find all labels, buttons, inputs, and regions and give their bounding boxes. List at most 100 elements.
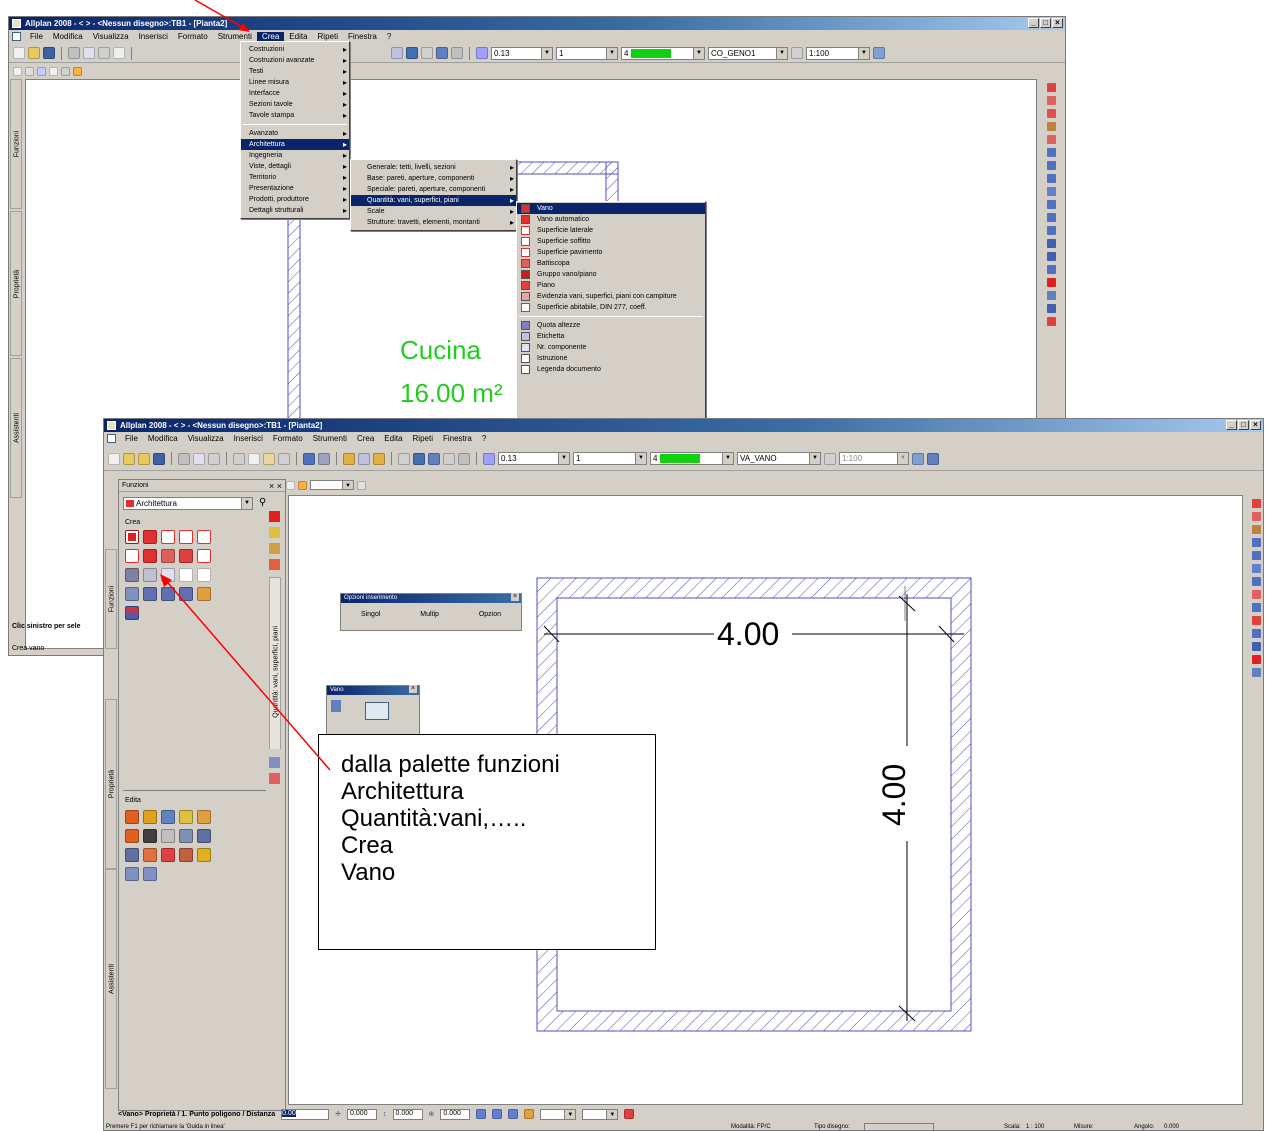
modify-tool-icon[interactable] xyxy=(197,829,211,843)
line-type-combo[interactable]: 1 xyxy=(573,452,647,465)
layer-combo[interactable]: VA_VANO xyxy=(737,452,821,465)
color-legend-tool-icon[interactable] xyxy=(125,606,139,620)
menu-item-viste-dettagli[interactable]: Viste, dettagli xyxy=(241,161,349,172)
menu-crea[interactable]: Crea xyxy=(256,32,285,41)
pan-icon[interactable] xyxy=(25,66,34,76)
tool-icon[interactable] xyxy=(1046,265,1056,274)
zoom-combo[interactable] xyxy=(310,480,354,490)
modify-tool-icon[interactable] xyxy=(179,829,193,843)
menu-item-vano-automatico[interactable]: Vano automatico xyxy=(517,214,705,225)
view-icon[interactable] xyxy=(912,452,924,465)
layer-settings-icon[interactable] xyxy=(791,47,803,59)
menu-item-superficie-soffitto[interactable]: Superficie soffitto xyxy=(517,236,705,247)
point-snap-combo[interactable] xyxy=(540,1108,577,1120)
track-combo[interactable] xyxy=(582,1108,619,1120)
print-icon[interactable] xyxy=(178,452,190,465)
modify-tool-icon[interactable] xyxy=(161,848,175,862)
modify-tool-icon[interactable] xyxy=(125,848,139,862)
line-type-combo[interactable]: 1 xyxy=(556,46,618,60)
scale-combo[interactable]: 1:100 xyxy=(839,452,909,465)
menu-ripeti[interactable]: Ripeti xyxy=(408,434,438,443)
modify-tool-icon[interactable] xyxy=(197,848,211,862)
side-tool-icon[interactable] xyxy=(269,511,280,522)
tool-icon[interactable] xyxy=(1251,668,1261,677)
menu-item-quota-altezze[interactable]: Quota altezze xyxy=(517,320,705,331)
menu-item-architettura[interactable]: Architettura xyxy=(241,139,349,150)
tool-icon[interactable] xyxy=(1251,616,1261,625)
report-tool-icon[interactable] xyxy=(125,587,139,601)
tool-icon[interactable] xyxy=(1251,525,1261,534)
menu-inserisci[interactable]: Inserisci xyxy=(134,32,173,41)
preview-icon[interactable] xyxy=(83,47,95,59)
distance-input[interactable]: 0.00 xyxy=(281,1108,330,1120)
tool-icon[interactable] xyxy=(1046,291,1056,300)
etichetta-tool-icon[interactable] xyxy=(143,568,157,582)
tool-icon[interactable] xyxy=(1251,590,1261,599)
legenda-tool-icon[interactable] xyxy=(197,568,211,582)
menu-item-superficie-laterale[interactable]: Superficie laterale xyxy=(517,225,705,236)
find-tool-icon[interactable] xyxy=(143,829,157,843)
menu-item-territorio[interactable]: Territorio xyxy=(241,172,349,183)
tab-proprieta[interactable]: Proprietà xyxy=(10,211,22,356)
menu-edita[interactable]: Edita xyxy=(379,434,407,443)
menu-item-presentazione[interactable]: Presentazione xyxy=(241,183,349,194)
tool-icon[interactable] xyxy=(1251,629,1261,638)
copy-icon[interactable] xyxy=(248,452,260,465)
modify-tool-icon[interactable] xyxy=(125,810,139,824)
menu-item-vano[interactable]: Vano xyxy=(517,203,705,214)
menu-inserisci[interactable]: Inserisci xyxy=(229,434,268,443)
modify-tool-icon[interactable] xyxy=(197,810,211,824)
menu-item-battiscopa[interactable]: Battiscopa xyxy=(517,258,705,269)
modify-tool-icon[interactable] xyxy=(179,810,193,824)
tool-icon[interactable] xyxy=(1046,135,1056,144)
tool-icon[interactable] xyxy=(1251,603,1261,612)
save-icon[interactable] xyxy=(153,452,165,465)
tool-icon[interactable] xyxy=(1046,161,1056,170)
tool-icon[interactable] xyxy=(1046,109,1056,118)
tool-icon[interactable] xyxy=(1251,564,1261,573)
menu-visualizza[interactable]: Visualizza xyxy=(88,32,134,41)
menu-formato[interactable]: Formato xyxy=(268,434,308,443)
menu-item-prodotti-produttore[interactable]: Prodotti, produttore xyxy=(241,194,349,205)
tab-funzioni[interactable]: Funzioni xyxy=(105,549,117,649)
refresh-icon[interactable] xyxy=(37,66,46,76)
redo-icon[interactable] xyxy=(318,452,330,465)
tab-assistenti[interactable]: Assistenti xyxy=(10,358,22,498)
new-file-icon[interactable] xyxy=(13,47,25,59)
redraw-icon[interactable] xyxy=(73,66,82,76)
drawing-files-icon[interactable] xyxy=(343,452,355,465)
menu-item-ingegneria[interactable]: Ingegneria xyxy=(241,150,349,161)
superficie-laterale-tool-icon[interactable] xyxy=(161,530,175,544)
menu-item-strutture[interactable]: Strutture: travetti, elementi, montanti xyxy=(351,217,516,228)
side-tool-icon[interactable] xyxy=(269,559,280,570)
maximize-icon[interactable]: □ xyxy=(1238,420,1249,430)
view-icon[interactable] xyxy=(873,47,885,59)
scale-combo[interactable]: 1:100 xyxy=(806,46,870,60)
menu-item-legenda-documento[interactable]: Legenda documento xyxy=(517,364,705,375)
print-icon[interactable] xyxy=(68,47,80,59)
paste-icon[interactable] xyxy=(263,452,275,465)
gruppo-vano-tool-icon[interactable] xyxy=(143,549,157,563)
tool-icon[interactable] xyxy=(1046,252,1056,261)
format-icon[interactable] xyxy=(483,452,495,465)
menu-finestra[interactable]: Finestra xyxy=(438,434,477,443)
menu-item-costruzioni[interactable]: Costruzioni xyxy=(241,44,349,55)
nr-componente-tool-icon[interactable] xyxy=(161,568,175,582)
color-combo[interactable]: 4 xyxy=(621,46,705,60)
tool-icon[interactable] xyxy=(1046,83,1056,92)
tool-icon[interactable] xyxy=(1251,538,1261,547)
menu-file[interactable]: File xyxy=(25,32,48,41)
superficie-abitabile-tool-icon[interactable] xyxy=(197,549,211,563)
menu-item-gruppo-vano-piano[interactable]: Gruppo vano/piano xyxy=(517,269,705,280)
side-tool-icon[interactable] xyxy=(269,773,280,784)
menu-file[interactable]: File xyxy=(120,434,143,443)
modify-tool-icon[interactable] xyxy=(143,848,157,862)
layer-icon[interactable] xyxy=(391,47,403,59)
vano-automatico-tool-icon[interactable] xyxy=(143,530,157,544)
zoom-icon[interactable] xyxy=(286,480,295,490)
modify-tool-icon[interactable] xyxy=(125,829,139,843)
grid-tool-icon[interactable] xyxy=(179,587,193,601)
menu-item-dettagli-strutturali[interactable]: Dettagli strutturali xyxy=(241,205,349,216)
line-thickness-combo[interactable]: 0.13 xyxy=(498,452,570,465)
save-icon[interactable] xyxy=(43,47,55,59)
